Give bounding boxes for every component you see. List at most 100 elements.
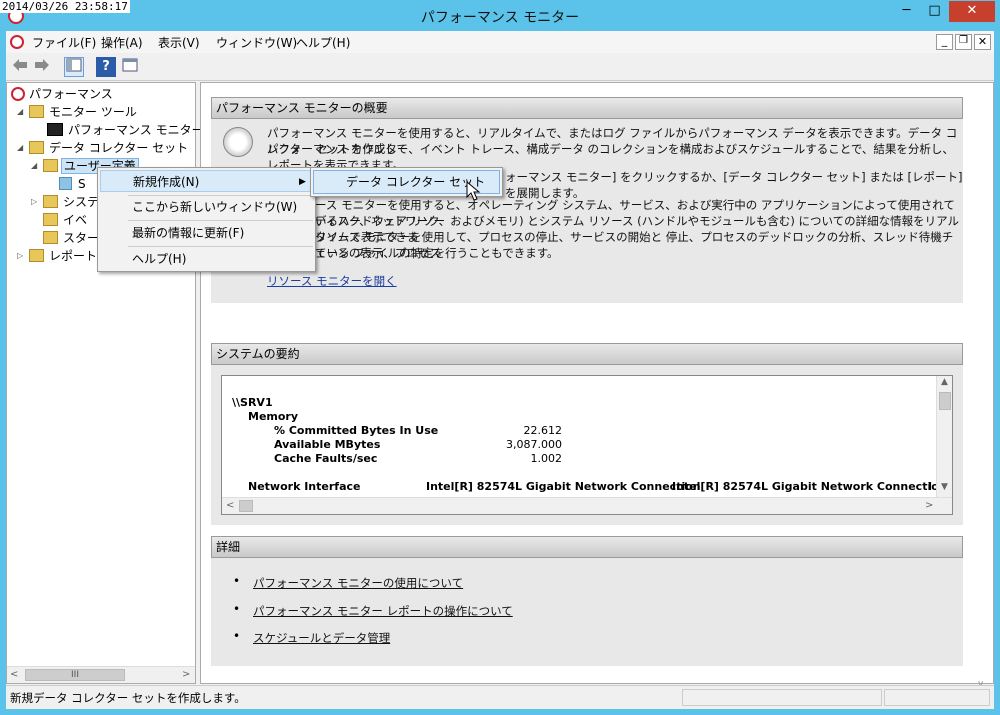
system-summary-section: システムの要約 \\SRV1 Memory % Committed Bytes … xyxy=(211,343,963,525)
tree-item-performance-monitor[interactable]: パフォーマンス モニター xyxy=(47,121,204,139)
network-adapter-1: Intel[R] 82574L Gigabit Network Connecti… xyxy=(426,480,701,493)
open-resource-monitor-link[interactable]: リソース モニターを開く xyxy=(267,273,397,289)
overview-section: パフォーマンス モニターの概要 パフォーマンス モニターを使用すると、リアルタイ… xyxy=(211,97,963,303)
scroll-left-icon[interactable]: < xyxy=(226,500,234,511)
counter-value: 22.612 xyxy=(523,424,563,437)
mouse-cursor-icon xyxy=(466,181,481,201)
collapsed-triangle-icon[interactable]: ▷ xyxy=(17,247,27,265)
tree-horizontal-scrollbar[interactable]: < III > xyxy=(7,666,195,683)
status-cell xyxy=(884,689,990,706)
menu-view[interactable]: 表示(V) xyxy=(158,34,200,51)
performance-icon xyxy=(11,87,25,101)
summary-network: Network Interface xyxy=(248,480,361,493)
summary-host: \\SRV1 xyxy=(232,396,273,409)
overview-header: パフォーマンス モニターの概要 xyxy=(211,97,963,119)
tree-item-data-collector-sets[interactable]: ◢ データ コレクター セット xyxy=(17,139,188,157)
context-menu-new[interactable]: 新規作成(N) ▶ xyxy=(100,170,313,192)
tree-item-startup[interactable]: スター xyxy=(43,229,99,247)
expanded-triangle-icon[interactable]: ◢ xyxy=(17,139,27,157)
menu-action[interactable]: 操作(A) xyxy=(101,34,143,51)
details-link-reports[interactable]: パフォーマンス モニター レポートの操作について xyxy=(253,603,513,619)
status-text: 新規データ コレクター セットを作成します。 xyxy=(10,691,246,705)
menu-help[interactable]: ヘルプ(H) xyxy=(296,34,350,51)
tree-item-event[interactable]: イベ xyxy=(43,211,87,229)
overview-text-3d: ている ファイルの特定を行うこともできます。 xyxy=(315,246,559,260)
scroll-right-icon[interactable]: > xyxy=(925,500,933,511)
scroll-thumb[interactable] xyxy=(239,500,253,512)
collector-set-icon xyxy=(59,177,72,190)
tree-label: パフォーマンス xyxy=(29,87,113,101)
folder-icon xyxy=(43,195,58,208)
menu-window[interactable]: ウィンドウ(W) xyxy=(216,34,297,51)
timestamp-overlay: 2014/03/26 23:58:17 xyxy=(0,0,130,13)
properties-icon xyxy=(122,58,138,72)
tree-item-s[interactable]: S xyxy=(59,175,86,193)
folder-icon xyxy=(29,105,44,118)
back-button[interactable] xyxy=(10,57,30,77)
summary-memory: Memory xyxy=(248,410,299,423)
user-folder-icon xyxy=(43,159,58,172)
details-section: 詳細 • パフォーマンス モニターの使用について • パフォーマンス モニター … xyxy=(211,536,963,666)
scroll-left-icon[interactable]: < xyxy=(10,669,18,680)
context-menu: 新規作成(N) ▶ ここから新しいウィンドウ(W) 最新の情報に更新(F) ヘル… xyxy=(97,167,316,272)
mdi-minimize-button[interactable]: _ xyxy=(936,34,953,50)
expanded-triangle-icon[interactable]: ◢ xyxy=(17,103,27,121)
status-cell xyxy=(682,689,882,706)
folder-icon xyxy=(29,141,44,154)
summary-header: システムの要約 xyxy=(211,343,963,365)
close-button[interactable]: ✕ xyxy=(949,1,995,22)
scroll-down-icon[interactable]: ▼ xyxy=(941,482,948,492)
context-menu-new-window[interactable]: ここから新しいウィンドウ(W) xyxy=(100,196,313,218)
reports-folder-icon xyxy=(29,249,44,262)
folder-icon xyxy=(43,231,58,244)
scroll-right-icon[interactable]: > xyxy=(182,669,190,680)
scroll-thumb[interactable]: III xyxy=(25,669,125,681)
collapsed-triangle-icon[interactable]: ▷ xyxy=(31,193,41,211)
mdi-restore-button[interactable]: ❐ xyxy=(955,34,972,50)
chart-icon xyxy=(47,123,63,136)
forward-button[interactable] xyxy=(32,57,52,77)
properties-button[interactable] xyxy=(120,57,140,77)
tree-item-reports[interactable]: ▷ レポート xyxy=(17,247,97,265)
submenu-arrow-icon: ▶ xyxy=(299,177,306,187)
maximize-button[interactable]: □ xyxy=(921,1,948,22)
context-menu-help[interactable]: ヘルプ(H) xyxy=(100,248,313,270)
mdi-close-button[interactable]: ✕ xyxy=(974,34,991,50)
expanded-triangle-icon[interactable]: ◢ xyxy=(31,157,41,175)
tree-label: パフォーマンス モニター xyxy=(68,123,204,137)
arrow-right-icon xyxy=(35,59,49,71)
help-button[interactable]: ? xyxy=(96,57,116,77)
arrow-left-icon xyxy=(13,59,27,71)
context-menu-refresh[interactable]: 最新の情報に更新(F) xyxy=(100,222,313,244)
network-adapter-2: Intel[R] 82574L Gigabit Network Connecti… xyxy=(672,480,953,493)
minimize-button[interactable]: ─ xyxy=(893,1,920,22)
bullet: • xyxy=(233,602,241,616)
details-link-usage[interactable]: パフォーマンス モニターの使用について xyxy=(253,575,463,591)
scroll-thumb[interactable] xyxy=(939,392,951,410)
menu-label: 新規作成(N) xyxy=(133,175,200,189)
tree-label: システ xyxy=(63,195,100,209)
tree-item-monitoring-tools[interactable]: ◢ モニター ツール xyxy=(17,103,137,121)
summary-horizontal-scrollbar[interactable]: < > xyxy=(222,497,952,514)
toolbar: ? xyxy=(6,53,994,81)
folder-icon xyxy=(43,213,58,226)
counter-name: Available MBytes xyxy=(274,438,381,451)
tree-item-system[interactable]: ▷ システ xyxy=(31,193,99,211)
tree-item-performance[interactable]: パフォーマンス xyxy=(11,85,113,103)
status-bar: 新規データ コレクター セットを作成します。 xyxy=(6,685,994,707)
menu-separator xyxy=(128,246,313,247)
window-title: パフォーマンス モニター xyxy=(420,10,580,26)
summary-vertical-scrollbar[interactable]: ▲ ▼ xyxy=(936,376,952,497)
scroll-up-icon[interactable]: ▲ xyxy=(941,377,948,387)
panel-icon xyxy=(66,58,82,72)
network-adapter-3: I xyxy=(928,480,933,493)
bullet: • xyxy=(233,574,241,588)
details-link-schedule[interactable]: スケジュールとデータ管理 xyxy=(253,630,390,646)
counter-value: 3,087.000 xyxy=(506,438,562,451)
menu-file[interactable]: ファイル(F) xyxy=(32,34,96,51)
show-hide-tree-button[interactable] xyxy=(64,57,84,77)
summary-list: \\SRV1 Memory % Committed Bytes In Use 2… xyxy=(221,375,953,515)
mmc-icon[interactable] xyxy=(10,35,24,49)
counter-name: % Committed Bytes In Use xyxy=(274,424,439,437)
details-header: 詳細 xyxy=(211,536,963,558)
